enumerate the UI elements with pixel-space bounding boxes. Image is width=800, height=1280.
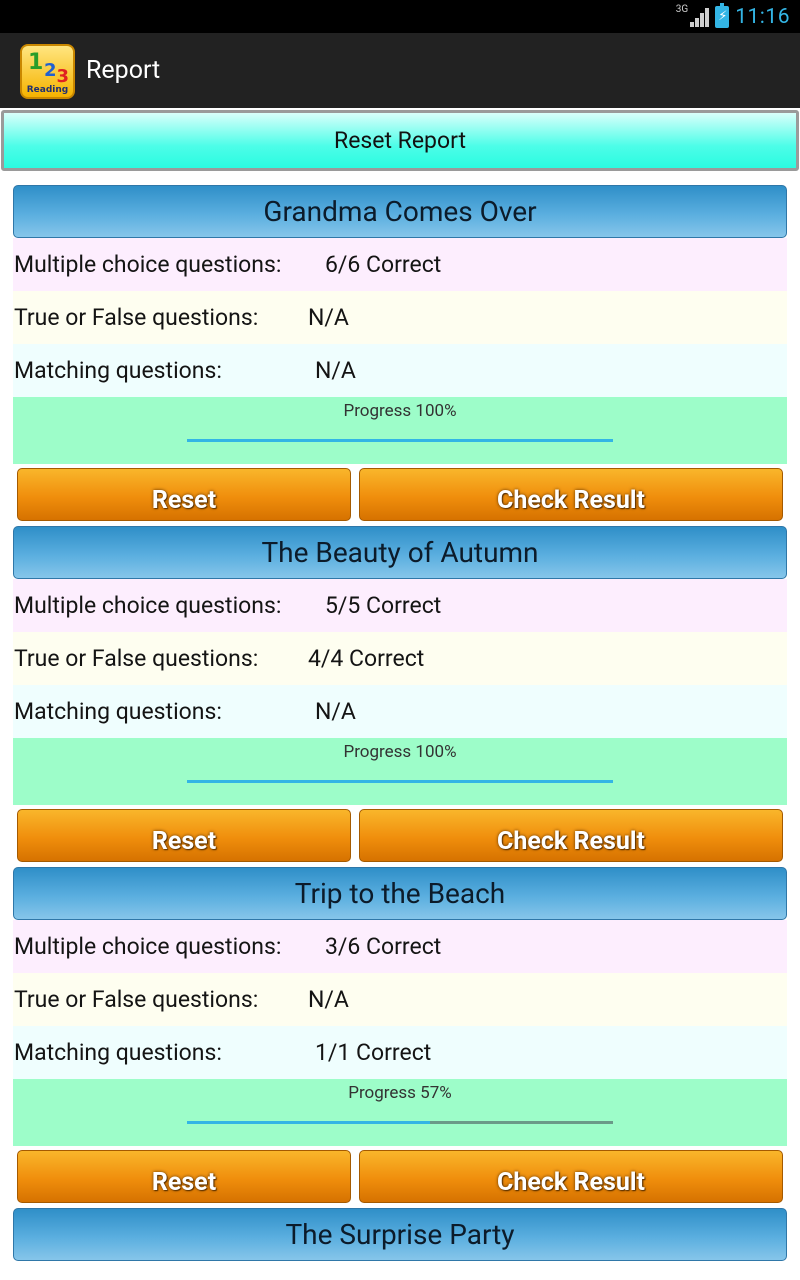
true-false-row: True or False questions: N/A	[13, 973, 787, 1026]
signal-icon	[690, 7, 710, 27]
action-bar: 1 2 3 Reading Report	[0, 33, 800, 108]
multiple-choice-row: Multiple choice questions: 6/6 Correct	[13, 238, 787, 291]
status-clock: 11:16	[735, 4, 790, 29]
page-title: Report	[86, 56, 161, 85]
section-header: The Surprise Party	[13, 1208, 787, 1261]
multiple-choice-label: Multiple choice questions:	[14, 933, 282, 960]
reset-button[interactable]: Reset	[17, 809, 351, 862]
true-false-row: True or False questions: N/A	[13, 291, 787, 344]
status-bar: 3G ⚡ 11:16	[0, 0, 800, 33]
progress-label: Progress 100%	[343, 742, 457, 762]
multiple-choice-row: Multiple choice questions: 3/6 Correct	[13, 920, 787, 973]
network-type-label: 3G	[675, 3, 689, 15]
progress-bar-fill	[187, 780, 613, 783]
true-false-label: True or False questions:	[14, 645, 259, 672]
section-header: Grandma Comes Over	[13, 185, 787, 238]
matching-row: Matching questions: N/A	[13, 685, 787, 738]
progress-panel: Progress 57%	[13, 1079, 787, 1146]
multiple-choice-score: 3/6 Correct	[325, 933, 442, 960]
matching-label: Matching questions:	[14, 357, 222, 384]
matching-row: Matching questions: N/A	[13, 344, 787, 397]
progress-bar-fill	[187, 1121, 430, 1124]
progress-bar	[187, 439, 613, 442]
true-false-label: True or False questions:	[14, 986, 259, 1013]
multiple-choice-label: Multiple choice questions:	[14, 592, 282, 619]
progress-panel: Progress 100%	[13, 738, 787, 805]
reset-button[interactable]: Reset	[17, 1150, 351, 1203]
matching-score: N/A	[315, 698, 356, 725]
check-result-button[interactable]: Check Result	[359, 1150, 783, 1203]
true-false-score: N/A	[308, 304, 349, 331]
matching-label: Matching questions:	[14, 698, 222, 725]
matching-row: Matching questions: 1/1 Correct	[13, 1026, 787, 1079]
matching-score: N/A	[315, 357, 356, 384]
reset-button[interactable]: Reset	[17, 468, 351, 521]
check-result-button[interactable]: Check Result	[359, 468, 783, 521]
multiple-choice-row: Multiple choice questions: 5/5 Correct	[13, 579, 787, 632]
progress-bar	[187, 1121, 613, 1124]
matching-score: 1/1 Correct	[315, 1039, 432, 1066]
section-header: The Beauty of Autumn	[13, 526, 787, 579]
progress-panel: Progress 100%	[13, 397, 787, 464]
status-icons: 3G ⚡ 11:16	[676, 0, 790, 33]
progress-bar-fill	[187, 439, 613, 442]
progress-bar	[187, 780, 613, 783]
reading-123-app-icon[interactable]: 1 2 3 Reading	[20, 44, 75, 99]
reset-report-button[interactable]: Reset Report	[1, 110, 799, 171]
multiple-choice-label: Multiple choice questions:	[14, 251, 282, 278]
progress-label: Progress 100%	[343, 401, 457, 421]
multiple-choice-score: 5/5 Correct	[325, 592, 442, 619]
progress-label: Progress 57%	[348, 1083, 452, 1103]
true-false-score: 4/4 Correct	[308, 645, 425, 672]
matching-label: Matching questions:	[14, 1039, 222, 1066]
true-false-row: True or False questions: 4/4 Correct	[13, 632, 787, 685]
multiple-choice-score: 6/6 Correct	[325, 251, 442, 278]
true-false-score: N/A	[308, 986, 349, 1013]
check-result-button[interactable]: Check Result	[359, 809, 783, 862]
battery-charging-icon: ⚡	[715, 2, 730, 28]
true-false-label: True or False questions:	[14, 304, 259, 331]
section-header: Trip to the Beach	[13, 867, 787, 920]
